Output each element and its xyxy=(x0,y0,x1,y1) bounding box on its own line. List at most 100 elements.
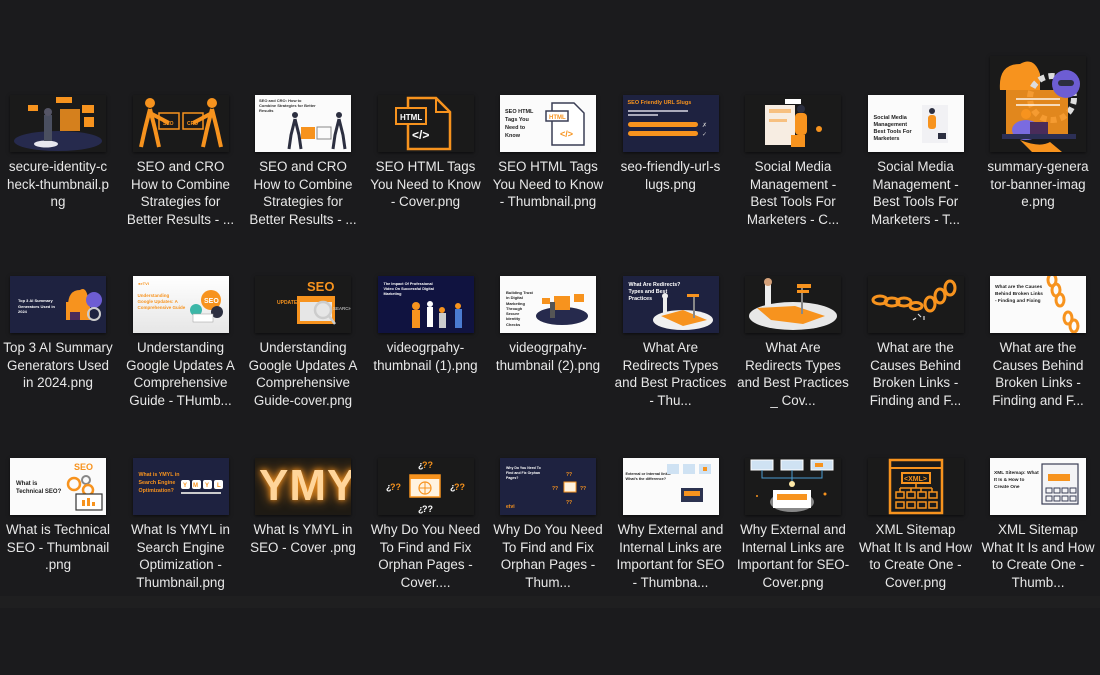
thumbnail-frame: What Are Redirects? Types and Best Pract… xyxy=(611,237,731,333)
file-thumbnail[interactable] xyxy=(745,458,841,515)
file-thumbnail[interactable]: The Impact Of Professional Video On Succ… xyxy=(377,276,474,333)
file-name-label[interactable]: SEO HTML Tags You Need to Know - Cover.p… xyxy=(366,158,486,211)
file-item[interactable]: What is Technical SEO? SEO What is Technic… xyxy=(0,419,118,574)
thumbnail-shape xyxy=(34,140,58,148)
file-name-label[interactable]: Social Media Management - Best Tools For… xyxy=(856,158,976,228)
file-name-label[interactable]: What is Technical SEO - Thumbnail .png xyxy=(0,521,118,574)
file-name-label[interactable]: Social Media Management - Best Tools For… xyxy=(733,158,853,228)
file-item[interactable]: Social Media Management Best Tools For M… xyxy=(856,56,976,228)
file-thumbnail[interactable]: YMYL xyxy=(255,458,351,515)
thumbnail-image-icon: SEO UPDATE SEARCH xyxy=(277,279,351,325)
file-name-label[interactable]: Why External and Internal Links are Impo… xyxy=(611,521,731,591)
file-thumbnail[interactable]: SEO and CRO: How to Combine Strategies f… xyxy=(255,95,351,152)
file-item[interactable]: What are the Causes Behind Broken Links … xyxy=(856,237,976,409)
thumbnail-image-icon: HTML </> xyxy=(394,96,451,151)
file-thumbnail[interactable]: XML Sitemap: What It Is & How to Create … xyxy=(990,458,1086,515)
file-item[interactable]: SEO HTML Tags You Need to Know HTML </> SEO… xyxy=(488,56,608,211)
file-name-label[interactable]: Understanding Google Updates A Comprehen… xyxy=(243,339,363,409)
file-name-label[interactable]: videogrpahy- thumbnail (2).png xyxy=(488,339,608,374)
file-name-label[interactable]: What Are Redirects Types and Best Practi… xyxy=(611,339,731,409)
file-item[interactable]: ¿?? ¿?? ¿?? ¿?? Why Do You Need To Find and … xyxy=(366,419,486,591)
thumbnail-shape xyxy=(692,294,695,318)
file-item[interactable]: <XML> XML Sitemap What It Is and How to C… xyxy=(856,419,976,591)
thumbnail-shape: SEO xyxy=(163,121,174,127)
file-thumbnail[interactable]: <XML> xyxy=(867,458,964,515)
file-thumbnail[interactable]: Social Media Management Best Tools For M… xyxy=(867,95,964,152)
file-name-label[interactable]: seo-friendly-url-s lugs.png xyxy=(611,158,731,193)
file-thumbnail[interactable] xyxy=(745,95,841,152)
file-name-label[interactable]: Why Do You Need To Find and Fix Orphan P… xyxy=(366,521,486,591)
file-name-label[interactable]: SEO and CRO How to Combine Strategies fo… xyxy=(121,158,241,228)
file-item[interactable]: What Are Redirects Types and Best Practi… xyxy=(733,237,853,409)
file-thumbnail[interactable]: What Are Redirects? Types and Best Pract… xyxy=(622,276,719,333)
file-item[interactable]: YMYL What Is YMYL in SEO - Cover .png xyxy=(243,419,363,556)
file-thumbnail[interactable]: What are the Causes Behind Broken Links … xyxy=(990,276,1086,333)
file-item[interactable]: Understanding Google Updates: A Comprehe… xyxy=(121,237,241,409)
thumbnail-shape xyxy=(563,481,577,493)
file-name-label[interactable]: XML Sitemap What It Is and How to Create… xyxy=(978,521,1098,591)
file-name-label[interactable]: SEO and CRO How to Combine Strategies fo… xyxy=(243,158,363,228)
file-thumbnail[interactable]: Why Do You Need To Find and Fix Orphan P… xyxy=(500,458,596,515)
file-name-label[interactable]: secure-identity-c heck-thumbnail.p ng xyxy=(0,158,118,211)
file-name-label[interactable]: videogrpahy- thumbnail (1).png xyxy=(366,339,486,374)
file-name-label[interactable]: Understanding Google Updates A Comprehen… xyxy=(121,339,241,409)
file-thumbnail[interactable]: SEO Friendly URL Slugs ✗ ✓ xyxy=(622,95,719,152)
file-thumbnail[interactable]: SEO HTML Tags You Need to Know HTML </> xyxy=(500,95,596,152)
file-name-label[interactable]: Why External and Internal Links are Impo… xyxy=(733,521,853,591)
file-thumbnail[interactable]: What is Technical SEO? SEO xyxy=(10,458,106,515)
file-item[interactable]: SEO UPDATE SEARCH Understanding Google Upda… xyxy=(243,237,363,409)
file-thumbnail[interactable] xyxy=(990,56,1086,152)
file-name-label[interactable]: XML Sitemap What It Is and How to Create… xyxy=(856,521,976,591)
file-name-label[interactable]: What Are Redirects Types and Best Practi… xyxy=(733,339,853,409)
thumbnail-frame xyxy=(733,419,853,515)
file-thumbnail[interactable]: ¿?? ¿?? ¿?? ¿?? xyxy=(377,458,474,515)
file-item[interactable]: secure-identity-c heck-thumbnail.p ng xyxy=(0,56,118,211)
file-item[interactable]: Why External and Internal Links are Impo… xyxy=(733,419,853,591)
file-name-label[interactable]: summary-genera tor-banner-imag e.png xyxy=(978,158,1098,211)
thumbnail-shape: M xyxy=(193,483,198,489)
file-thumbnail[interactable] xyxy=(10,95,106,152)
thumbnail-shape xyxy=(1054,292,1066,308)
file-item[interactable]: SEO and CRO: How to Combine Strategies f… xyxy=(243,56,363,228)
file-thumbnail[interactable]: HTML </> xyxy=(377,95,474,152)
file-name-label[interactable]: What Is YMYL in Search Engine Optimizati… xyxy=(121,521,241,591)
file-item[interactable]: External or Internal links: What's the d… xyxy=(611,419,731,591)
file-item[interactable]: SEO Friendly URL Slugs ✗ ✓ seo-friendly-url… xyxy=(611,56,731,193)
thumbnail-image-icon xyxy=(765,99,822,147)
file-item[interactable]: Why Do You Need To Find and Fix Orphan P… xyxy=(488,419,608,591)
file-item[interactable]: HTML </> SEO HTML Tags You Need to Know - … xyxy=(366,56,486,211)
file-item[interactable]: Social Media Management - Best Tools For… xyxy=(733,56,853,228)
file-item[interactable]: What are the Causes Behind Broken Links … xyxy=(978,237,1098,409)
thumbnail-shape: ?? xyxy=(454,482,465,492)
file-thumbnail[interactable]: Top 3 AI Summary Generators Used in 2024 xyxy=(10,276,106,333)
thumbnail-shape: UPDATE xyxy=(277,300,298,306)
file-name-label[interactable]: What Is YMYL in SEO - Cover .png xyxy=(243,521,363,556)
file-item[interactable]: What Are Redirects? Types and Best Pract… xyxy=(611,237,731,409)
file-thumbnail[interactable]: SEO CRO xyxy=(132,95,229,152)
file-name-label[interactable]: What are the Causes Behind Broken Links … xyxy=(856,339,976,409)
file-item[interactable]: What is YMYL in Search Engine Optimizati… xyxy=(121,419,241,591)
file-thumbnail[interactable] xyxy=(867,276,964,333)
file-item[interactable]: Top 3 AI Summary Generators Used in 2024… xyxy=(0,237,118,392)
thumbnail-shape xyxy=(301,127,315,139)
thumbnail-shape xyxy=(923,295,936,313)
file-thumbnail[interactable]: External or Internal links: What's the d… xyxy=(622,458,719,515)
thumbnail-shape: ✗ xyxy=(702,122,707,129)
thumbnail-shape xyxy=(905,501,916,509)
file-name-label[interactable]: Top 3 AI Summary Generators Used in 2024… xyxy=(0,339,118,392)
thumbnail-shape: Y xyxy=(183,483,187,489)
file-item[interactable]: SEO CRO SEO and CRO How to Combine Strateg… xyxy=(121,56,241,228)
file-thumbnail[interactable]: Building Trust in Digital Marketing Thro… xyxy=(500,276,596,333)
file-item[interactable]: The Impact Of Professional Video On Succ… xyxy=(366,237,486,374)
file-thumbnail[interactable]: Understanding Google Updates: A Comprehe… xyxy=(132,276,229,333)
file-thumbnail[interactable]: SEO UPDATE SEARCH xyxy=(255,276,351,333)
file-thumbnail[interactable]: What is YMYL in Search Engine Optimizati… xyxy=(132,458,229,515)
thumbnail-shape: HTML xyxy=(400,113,422,122)
file-item[interactable]: XML Sitemap: What It Is & How to Create … xyxy=(978,419,1098,591)
file-thumbnail[interactable] xyxy=(745,276,841,333)
file-name-label[interactable]: What are the Causes Behind Broken Links … xyxy=(978,339,1098,409)
file-item[interactable]: Building Trust in Digital Marketing Thro… xyxy=(488,237,608,374)
file-item[interactable]: summary-genera tor-banner-imag e.png xyxy=(978,56,1098,211)
file-name-label[interactable]: SEO HTML Tags You Need to Know - Thumbna… xyxy=(488,158,608,211)
file-name-label[interactable]: Why Do You Need To Find and Fix Orphan P… xyxy=(488,521,608,591)
